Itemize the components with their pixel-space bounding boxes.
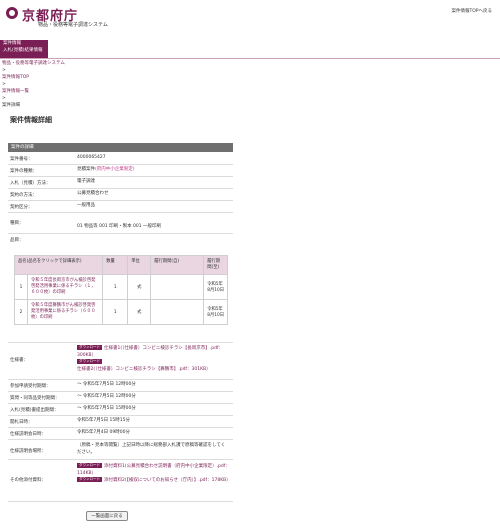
date-label: 参加申請受付期間： — [10, 384, 51, 389]
row-number: 1 — [14, 274, 28, 300]
spec-file-1: ダウンロード 仕様書1(（仕様書）コンビニ検診チラシ【長岡京市】.pdf：300K… — [77, 345, 237, 359]
bid-method-value: 電子調達 — [77, 179, 95, 184]
col-header-name: 品名(品名をクリックで詳細表示) — [13, 255, 104, 275]
contract-category-label: 契約区分： — [10, 205, 33, 210]
contract-method-value: 公募見積合わせ — [77, 191, 109, 196]
row-divider — [8, 176, 233, 177]
col-header-from: 履行期間(自) — [150, 255, 205, 275]
case-type-text: 見積案件 — [77, 167, 95, 172]
case-number-value: 4000065427 — [77, 155, 106, 160]
row-divider — [8, 501, 233, 502]
item-to: 令和5年8月10日 — [203, 299, 228, 325]
case-type-label: 案件の種類： — [10, 169, 37, 174]
breadcrumb-system[interactable]: 物品・役務等電子調達システム — [2, 60, 65, 67]
date-label: 仕様説明会日時： — [10, 432, 46, 437]
row-divider — [8, 415, 233, 416]
date-label: 入札(見積)書提出期間： — [10, 408, 59, 413]
contract-category-value: 一般用品 — [77, 203, 95, 208]
other-file-2: ダウンロード 添付資料2(【検収についてのお知らせ（庁内）】.pdf：178KB） — [77, 477, 237, 485]
nav-menu: 案件情報 入札(見積)結果情報 — [0, 40, 48, 58]
date-value: 令和5年7月5日 15時15分 — [77, 418, 130, 423]
system-name: 物品・役務等電子調達システム — [38, 22, 108, 28]
subject-label: 種目： — [10, 221, 24, 226]
date-label: 質問・同等品受付期間： — [10, 396, 60, 401]
table-row: 2 令和５年度舞鶴市がん検診啓発啓発活用事業に係るチラシ（６００枚）の印刷 1 … — [14, 299, 228, 325]
row-divider — [8, 342, 233, 343]
row-divider — [8, 403, 233, 404]
case-top-link[interactable]: 案件情報TOPへ戻る — [451, 8, 492, 14]
date-label: 開札日時： — [10, 420, 33, 425]
venue-label: 仕様説明会場所： — [10, 449, 46, 454]
items-label: 品目： — [10, 238, 24, 243]
col-header-unit: 単位 — [127, 255, 152, 275]
breadcrumb-sep: > — [2, 82, 6, 87]
download-badge: ダウンロード — [77, 477, 102, 482]
item-name-link[interactable]: 令和５年度長岡京市がん検診啓発啓発活用事業に係るチラシ（１，６００枚）の印刷 — [26, 274, 104, 300]
date-value: 令和5年7月4日 09時00分 — [77, 430, 130, 435]
case-type-value: 見積案件(府内中小企業限定) — [77, 167, 135, 174]
row-number: 2 — [14, 299, 28, 325]
breadcrumb-case-list[interactable]: 案件情報一覧 — [2, 88, 29, 95]
download-badge: ダウンロード — [77, 345, 102, 350]
table-row: 1 令和５年度長岡京市がん検診啓発啓発活用事業に係るチラシ（１，６００枚）の印刷… — [14, 274, 228, 300]
row-divider — [8, 212, 233, 213]
subject-value: 01 物品等 001 印刷・製本 001 一般印刷 — [77, 224, 162, 229]
row-divider — [8, 459, 233, 460]
item-to: 令和5年8月10日 — [203, 274, 228, 300]
item-unit: 式 — [127, 274, 152, 300]
breadcrumb-current: 案件詳細 — [2, 103, 20, 108]
spec-label: 仕様書： — [10, 358, 28, 363]
download-badge: ダウンロード — [77, 463, 102, 468]
other-file-link[interactable]: 添付資料2(【検収についてのお知らせ（庁内）】.pdf：178KB） — [104, 478, 231, 483]
contract-method-label: 契約の方法： — [10, 193, 37, 198]
row-divider — [8, 379, 233, 380]
breadcrumb-sep: > — [2, 68, 6, 73]
date-value: ～ 令和5年7月5日 15時00分 — [77, 406, 136, 411]
nav-item-results[interactable]: 入札(見積)結果情報 — [0, 47, 48, 54]
row-divider — [8, 164, 233, 165]
bid-method-label: 入札（見積）方法： — [10, 181, 51, 186]
download-badge: ダウンロード — [77, 359, 102, 364]
spec-files: ダウンロード 仕様書1(（仕様書）コンビニ検診チラシ【長岡京市】.pdf：300K… — [77, 345, 237, 373]
nav-item-cases[interactable]: 案件情報 — [0, 40, 48, 47]
other-file-1: ダウンロード 添付資料1(公募見積合わせ説明書（府内中小企業限定）.pdf：114… — [77, 463, 237, 477]
case-number-label: 案件番号： — [10, 157, 33, 162]
nav-divider — [0, 58, 500, 59]
case-type-note: (府内中小企業限定) — [95, 167, 135, 172]
page-title: 案件情報詳細 — [10, 116, 52, 124]
col-header-to: 履行期間(至) — [203, 255, 228, 275]
kyoto-crest-icon — [6, 7, 18, 19]
section-header: 案件の詳細 — [8, 143, 233, 152]
breadcrumb-sep: > — [2, 96, 6, 101]
item-from — [150, 299, 205, 325]
breadcrumb-case-top[interactable]: 案件情報TOP — [2, 74, 29, 81]
item-qty: 1 — [102, 274, 129, 300]
row-divider — [8, 427, 233, 428]
spec-file-2: ダウンロード仕様書2(（仕様書）コンビニ検診チラシ【舞鶴市】.pdf：301KB… — [77, 359, 237, 373]
row-divider — [8, 233, 233, 234]
other-files: ダウンロード 添付資料1(公募見積合わせ説明書（府内中小企業限定）.pdf：114… — [77, 463, 237, 485]
col-header-qty: 数量 — [102, 255, 129, 275]
other-label: その他添付資料： — [10, 478, 46, 483]
item-unit: 式 — [127, 299, 152, 325]
items-header-row: 品名(品名をクリックで詳細表示) 数量 単位 履行期間(自) 履行期間(至) — [13, 255, 228, 275]
row-divider — [8, 391, 233, 392]
spec-file-link[interactable]: 仕様書2(（仕様書）コンビニ検診チラシ【舞鶴市】.pdf：301KB） — [77, 367, 211, 372]
date-value: ～ 令和5年7月5日 12時00分 — [77, 394, 136, 399]
items-table: 品名(品名をクリックで詳細表示) 数量 単位 履行期間(自) 履行期間(至) 1… — [13, 255, 228, 325]
row-divider — [8, 439, 233, 440]
item-name-link[interactable]: 令和５年度舞鶴市がん検診啓発啓発活用事業に係るチラシ（６００枚）の印刷 — [26, 299, 104, 325]
row-divider — [8, 200, 233, 201]
venue-value: （原稿・見本等閲覧）上記日時以降に総務部入札課で原稿等確認をしてください。 — [77, 443, 226, 455]
item-from — [150, 274, 205, 300]
date-value: ～ 令和5年7月5日 12時00分 — [77, 382, 136, 387]
row-divider — [8, 188, 233, 189]
back-to-list-button[interactable]: 一覧画面に戻る — [86, 511, 128, 521]
item-qty: 1 — [102, 299, 129, 325]
